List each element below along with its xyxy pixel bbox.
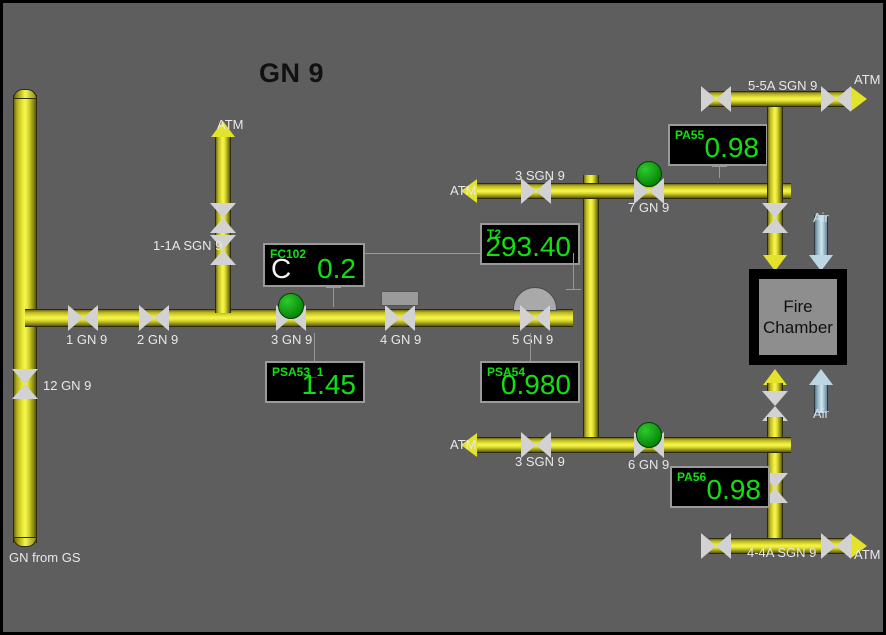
instrument-fc102-value: 0.2 [317,253,356,284]
valve-5-5a-sgn-9-left[interactable] [701,86,731,112]
atm-label-left: ATM [217,117,244,132]
instrument-fc102-unit: C [271,253,292,284]
valve-3-sgn-9-bottom-label: 3 SGN 9 [515,454,565,469]
fire-chamber: Fire Chamber [749,269,847,365]
valve-6-gn-9-actuator-icon[interactable] [636,422,662,448]
pipe-riser-lower-branch [583,309,599,445]
valve-5-5a-sgn-9-right[interactable] [821,86,851,112]
source-label: GN from GS [9,550,81,565]
pipe-cap-top [13,89,37,99]
air-arrow-bottom [809,369,833,385]
valve-4-gn-9[interactable] [385,305,415,331]
valve-4-gn-9-label: 4 GN 9 [380,332,422,347]
atm-label-upper-left: ATM [450,183,477,198]
page-title: GN 9 [259,58,325,88]
instrument-t2-value: 293.40 [485,231,571,262]
valve-5-gn-9[interactable] [520,305,550,331]
valve-12-gn-9-label: 12 GN 9 [43,378,92,393]
instrument-pa55-value: 0.98 [704,132,760,163]
signal-line-psa54 [530,333,531,361]
valve-7-gn-9-actuator-icon[interactable] [636,161,662,187]
valve-4-4a-sgn-9-right[interactable] [821,533,851,559]
signal-cap-pa55 [712,166,727,167]
signal-line-pa55 [719,166,720,178]
valve-6-gn-9-label: 6 GN 9 [628,457,670,472]
valve-12-gn-9[interactable] [12,369,38,399]
valve-1-gn-9-label: 1 GN 9 [66,332,108,347]
valve-right-top-inlet[interactable] [762,203,788,233]
valve-4-gn-9-actuator-icon[interactable] [381,291,419,306]
pipe-cap-bottom [13,537,37,547]
valve-3-gn-9-label: 3 GN 9 [271,332,313,347]
signal-line-fc102 [333,287,334,307]
instrument-psa53-1[interactable]: PSA53_1 1.45 [265,361,365,403]
valve-4-4a-sgn-9-left[interactable] [701,533,731,559]
valve-3-gn-9-actuator-icon[interactable] [278,293,304,319]
hmi-screen: GN 9 12 GN 9 GN from GS 1 GN 9 2 GN 9 AT… [0,0,886,635]
instrument-pa56[interactable]: PA56 0.98 [670,466,770,508]
signal-line-psa53 [314,333,315,361]
instrument-psa53-1-value: 1.45 [301,369,357,400]
valve-1-1a-sgn-9-label: 1-1A SGN 9 [153,238,223,253]
pipe-right-riser-top [767,93,783,203]
instrument-pa55[interactable]: PA55 0.98 [668,124,768,166]
instrument-pa56-value: 0.98 [706,474,762,505]
atm-label-top-right: ATM [854,72,881,87]
signal-cap-fc102 [326,287,341,288]
instrument-psa54[interactable]: PSA54 0.980 [480,361,580,403]
valve-3-sgn-9-top-label: 3 SGN 9 [515,168,565,183]
atm-label-lower-left: ATM [450,437,477,452]
valve-5-gn-9-label: 5 GN 9 [512,332,554,347]
valve-4-4a-sgn-9-label: 4-4A SGN 9 [747,545,817,560]
valve-2-gn-9[interactable] [139,305,169,331]
valve-1-1a-sgn-9-upper[interactable] [210,203,236,233]
atm-arrow-top-right [851,87,867,111]
instrument-pa56-tag: PA56 [677,470,707,484]
fire-chamber-line1: Fire [783,297,813,316]
valve-2-gn-9-label: 2 GN 9 [137,332,179,347]
valve-5-5a-sgn-9-label: 5-5A SGN 9 [748,78,818,93]
instrument-t2[interactable]: T2 293.40 [480,223,580,265]
signal-cap-t2 [566,289,581,290]
instrument-pa55-tag: PA55 [675,128,705,142]
valve-7-gn-9-label: 7 GN 9 [628,200,670,215]
valve-1-gn-9[interactable] [68,305,98,331]
instrument-fc102[interactable]: FC102 C 0.2 [263,243,365,287]
fire-chamber-line2: Chamber [763,318,833,337]
air-label-bottom: Air [813,406,829,421]
instrument-psa54-value: 0.980 [500,369,571,400]
air-label-top: Air [813,210,829,225]
signal-line-t2 [573,253,574,289]
atm-label-bottom-right: ATM [854,547,881,562]
